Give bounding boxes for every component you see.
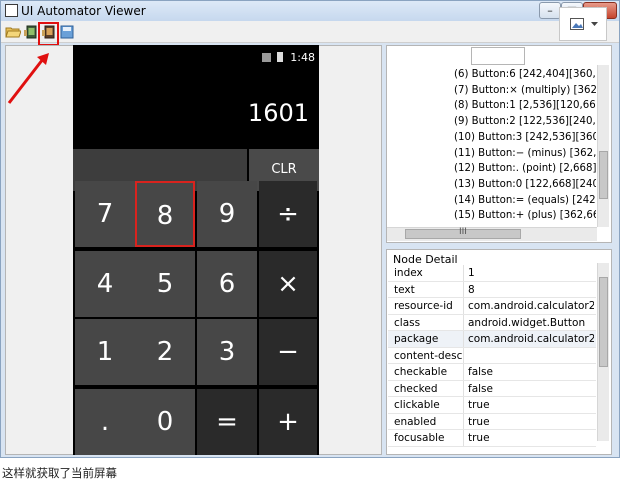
property-key: checked	[394, 382, 438, 395]
key-12[interactable]: .	[75, 389, 135, 455]
status-time: 1:48	[290, 51, 315, 64]
property-value: com.android.calculator2	[468, 333, 594, 345]
key-3[interactable]: ÷	[259, 181, 317, 247]
minimize-icon: –	[547, 4, 553, 17]
property-key: package	[394, 333, 439, 345]
property-row[interactable]: resource-id com.android.calculator2:id/..…	[388, 298, 596, 315]
hierarchy-root-node[interactable]	[471, 47, 525, 65]
column-divider	[463, 314, 464, 330]
property-key: focusable	[394, 432, 445, 444]
view-options-widget[interactable]	[559, 7, 607, 41]
toolbar	[1, 21, 619, 43]
annotation-arrow	[7, 53, 49, 104]
property-row[interactable]: package com.android.calculator2	[388, 331, 596, 348]
column-divider	[463, 364, 464, 380]
key-2[interactable]: 9	[197, 181, 257, 247]
property-value: true	[468, 399, 490, 411]
property-key: clickable	[394, 399, 440, 411]
property-value: 1	[468, 267, 475, 279]
key-6[interactable]: 6	[197, 251, 257, 317]
app-icon	[5, 4, 18, 17]
key-11[interactable]: −	[259, 319, 317, 385]
toolbar-highlight-annotation	[38, 22, 59, 46]
minimize-button[interactable]: –	[539, 2, 561, 19]
title-bar: UI Automator Viewer – □ ✕	[1, 1, 619, 21]
tree-node[interactable]: (10) Button:3 [242,536][360,668	[454, 132, 596, 143]
column-divider	[463, 265, 464, 281]
property-value: com.android.calculator2:id/...	[468, 300, 594, 312]
property-key: class	[394, 316, 421, 329]
tree-node[interactable]: (9) Button:2 [122,536][240,668]	[454, 116, 596, 127]
column-divider	[463, 413, 464, 429]
property-key: index	[394, 267, 423, 279]
property-value: true	[468, 415, 490, 428]
chevron-down-icon	[591, 22, 598, 26]
key-14[interactable]: =	[197, 389, 257, 455]
column-divider	[463, 347, 464, 363]
device-screenshot-icon[interactable]	[23, 25, 39, 39]
key-0[interactable]: 7	[75, 181, 135, 247]
property-row[interactable]: content-desc	[388, 347, 596, 364]
window-title: UI Automator Viewer	[21, 4, 146, 18]
column-divider	[463, 397, 464, 413]
scroll-grip-icon: III	[459, 227, 467, 237]
key-4[interactable]: 4	[75, 251, 135, 317]
tree-node[interactable]: (12) Button:. (point) [2,668][120	[454, 163, 596, 174]
tree-node[interactable]: (13) Button:0 [122,668][240,800	[454, 179, 596, 190]
property-row[interactable]: checked false	[388, 380, 596, 397]
property-key: checkable	[394, 366, 448, 378]
signal-icon	[262, 53, 272, 62]
property-key: resource-id	[394, 300, 453, 312]
tree-node[interactable]: (6) Button:6 [242,404][360,536]	[454, 69, 596, 80]
key-7[interactable]: ×	[259, 251, 317, 317]
open-icon[interactable]	[5, 25, 21, 39]
hierarchy-vertical-scrollbar[interactable]	[597, 65, 609, 227]
save-icon[interactable]	[59, 25, 75, 39]
caption-text: 这样就获取了当前屏幕	[2, 466, 117, 480]
key-1[interactable]: 8	[135, 181, 195, 247]
tree-node[interactable]: (15) Button:+ (plus) [362,668][4	[454, 210, 596, 221]
property-row[interactable]: class android.widget.Button	[388, 314, 596, 331]
property-value: true	[468, 432, 490, 444]
hierarchy-scroll-thumb[interactable]	[599, 151, 608, 199]
detail-scroll-thumb[interactable]	[599, 277, 608, 367]
property-row[interactable]: focusable true	[388, 430, 596, 447]
battery-icon	[276, 52, 283, 62]
property-key: enabled	[394, 415, 437, 428]
property-value: 8	[468, 283, 475, 296]
tree-node[interactable]: (8) Button:1 [2,536][120,668]	[454, 100, 596, 111]
column-divider	[463, 430, 464, 446]
property-row[interactable]: index 1	[388, 265, 596, 282]
column-divider	[463, 298, 464, 314]
property-row[interactable]: checkable false	[388, 364, 596, 381]
property-key: content-desc	[394, 349, 463, 362]
property-key: text	[394, 283, 415, 296]
tree-node[interactable]: (14) Button:= (equals) [242,668	[454, 195, 596, 206]
property-value: false	[468, 382, 493, 395]
key-5[interactable]: 5	[135, 251, 195, 317]
tree-node[interactable]: (7) Button:× (multiply) [362,404	[454, 85, 596, 96]
property-row[interactable]: clickable true	[388, 397, 596, 414]
image-icon	[570, 18, 584, 30]
key-9[interactable]: 2	[135, 319, 195, 385]
column-divider	[463, 380, 464, 396]
property-value: android.widget.Button	[468, 316, 586, 329]
key-13[interactable]: 0	[135, 389, 195, 455]
status-bar: 1:48	[262, 51, 315, 64]
app-window: UI Automator Viewer – □ ✕	[0, 0, 620, 458]
tree-node[interactable]: (11) Button:− (minus) [362,536]	[454, 148, 596, 159]
calculator-display: 1601	[247, 99, 309, 127]
property-row[interactable]: text 8	[388, 281, 596, 298]
key-10[interactable]: 3	[197, 319, 257, 385]
column-divider	[463, 331, 464, 347]
key-15[interactable]: +	[259, 389, 317, 455]
key-8[interactable]: 1	[75, 319, 135, 385]
property-row[interactable]: enabled true	[388, 413, 596, 430]
device-screen[interactable]: 1:48 1601 CLR 7 8 9 ÷ 4 5 6 × 1 2 3−. 0 = +	[73, 45, 319, 455]
column-divider	[463, 281, 464, 297]
property-value: false	[468, 366, 493, 378]
